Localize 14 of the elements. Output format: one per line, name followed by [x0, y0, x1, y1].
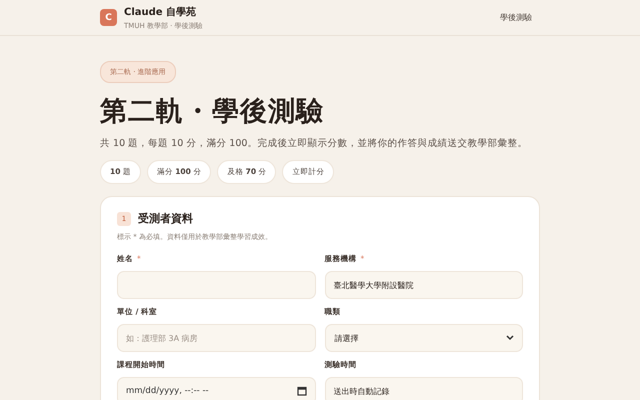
- nav-link[interactable]: 學後測驗: [500, 12, 532, 23]
- page-title: 第二軌・學後測驗: [100, 95, 325, 129]
- logo-icon: C: [100, 9, 117, 26]
- intro-text: 共 10 題，每題 10 分，滿分 100。完成後立即顯示分數，並將你的作答與成績送交教學部彙整。: [100, 137, 528, 150]
- section-title: 受測者資料: [138, 211, 193, 226]
- datetime-field[interactable]: mm/dd/yyyy, --:-- --: [117, 377, 316, 400]
- select-field[interactable]: 請選擇: [324, 324, 523, 352]
- input-field[interactable]: 如：護理部 3A 病房: [117, 324, 316, 352]
- input-field[interactable]: 送出時自動記錄: [324, 377, 523, 400]
- input-field[interactable]: [117, 271, 316, 299]
- input-field[interactable]: 臺北醫學大學附設醫院: [324, 271, 523, 299]
- calendar-icon: [296, 386, 306, 396]
- app-title: Claude 自學苑: [124, 6, 198, 18]
- chevron-down-icon: [506, 335, 514, 341]
